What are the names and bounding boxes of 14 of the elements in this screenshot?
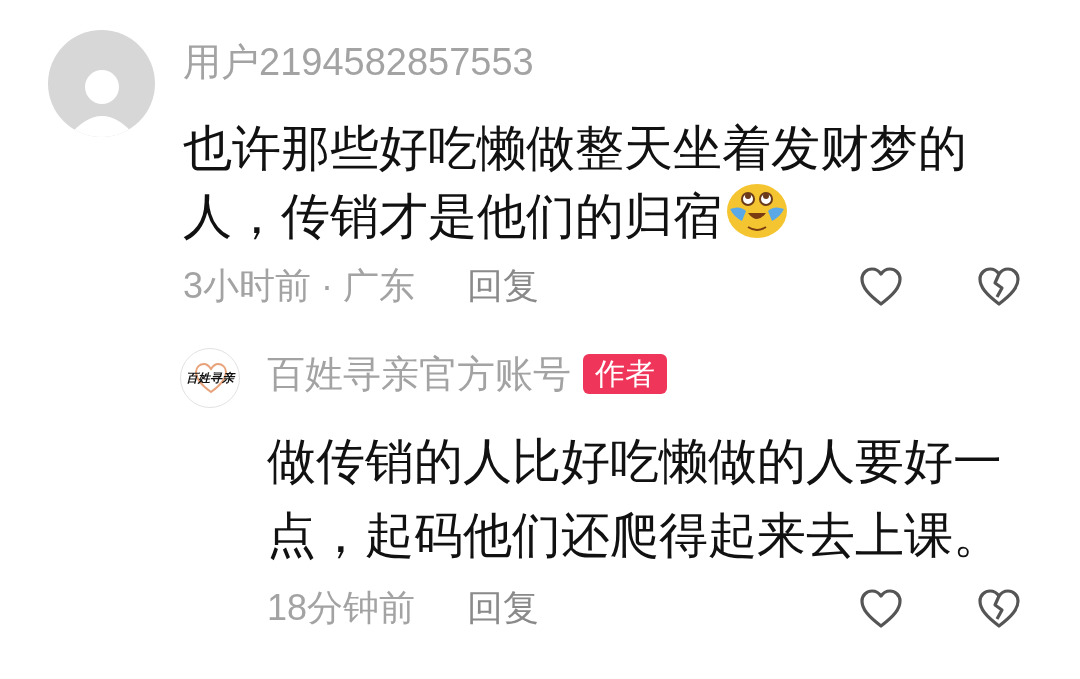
heart-icon[interactable] bbox=[858, 586, 904, 630]
timestamp: 18分钟前 bbox=[267, 590, 416, 626]
timestamp: 3小时前 · 广东 bbox=[183, 268, 415, 304]
author-badge: 作者 bbox=[583, 354, 667, 394]
reply-link[interactable]: 回复 bbox=[467, 590, 540, 626]
comment-text: 也许那些好吃懒做整天坐着发财梦的人，传销才是他们的归宿 bbox=[183, 120, 968, 245]
heart-icon[interactable] bbox=[858, 264, 904, 308]
broken-heart-icon[interactable] bbox=[976, 264, 1022, 308]
emoji-icon bbox=[726, 183, 788, 239]
reply-text: 做传销的人比好吃懒做的人要好一点，起码他们还爬得起来去上课。 bbox=[267, 433, 1003, 564]
reply-link[interactable]: 回复 bbox=[467, 268, 539, 304]
username[interactable]: 百姓寻亲官方账号 bbox=[267, 354, 571, 394]
broken-heart-icon[interactable] bbox=[976, 586, 1022, 630]
username[interactable]: 用户2194582857553 bbox=[183, 42, 1080, 82]
